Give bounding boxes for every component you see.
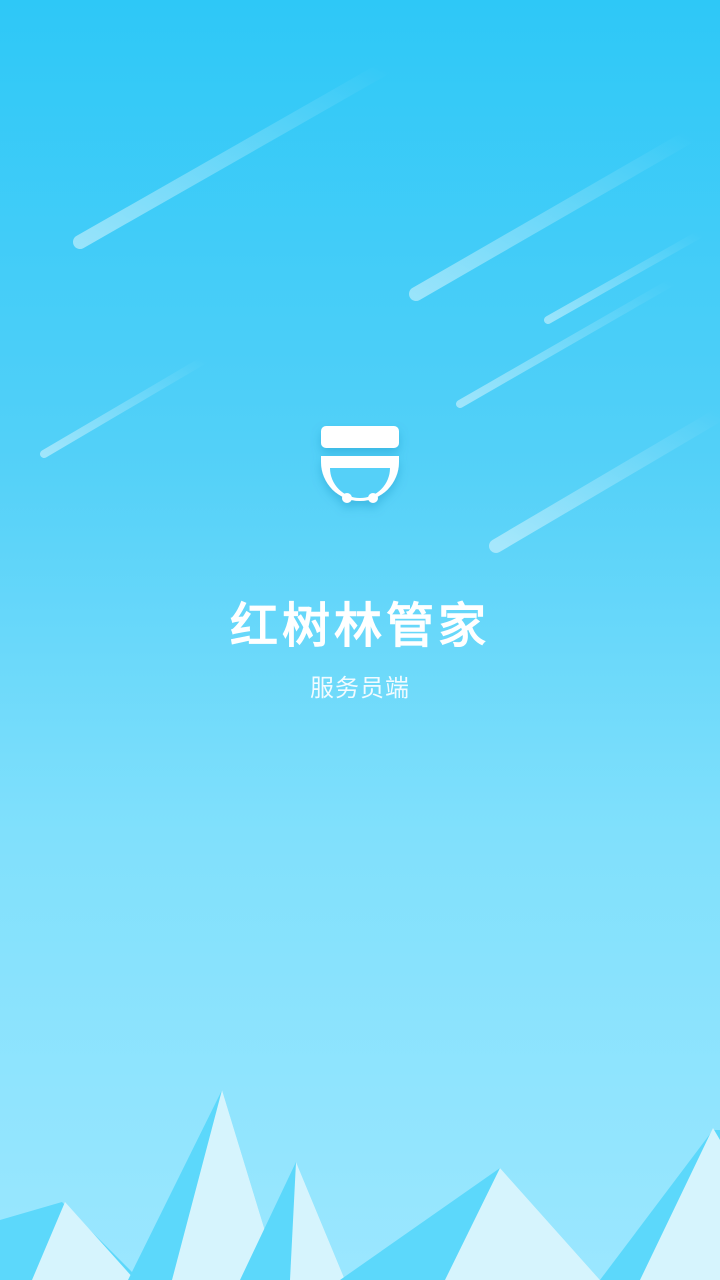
mountain xyxy=(290,1162,345,1280)
app-title: 红树林管家 xyxy=(229,598,490,654)
decorative-mountains xyxy=(0,1090,720,1280)
streak xyxy=(40,356,208,458)
streak xyxy=(409,129,697,301)
decorative-streaks xyxy=(40,61,720,553)
streak xyxy=(456,278,676,408)
streak xyxy=(489,407,720,553)
splash-screen: 红树林管家 服务员端 xyxy=(0,0,720,1280)
waiter-face-icon xyxy=(321,426,399,503)
mountain xyxy=(640,1128,720,1280)
streak xyxy=(73,61,392,249)
app-subtitle: 服务员端 xyxy=(310,674,410,702)
